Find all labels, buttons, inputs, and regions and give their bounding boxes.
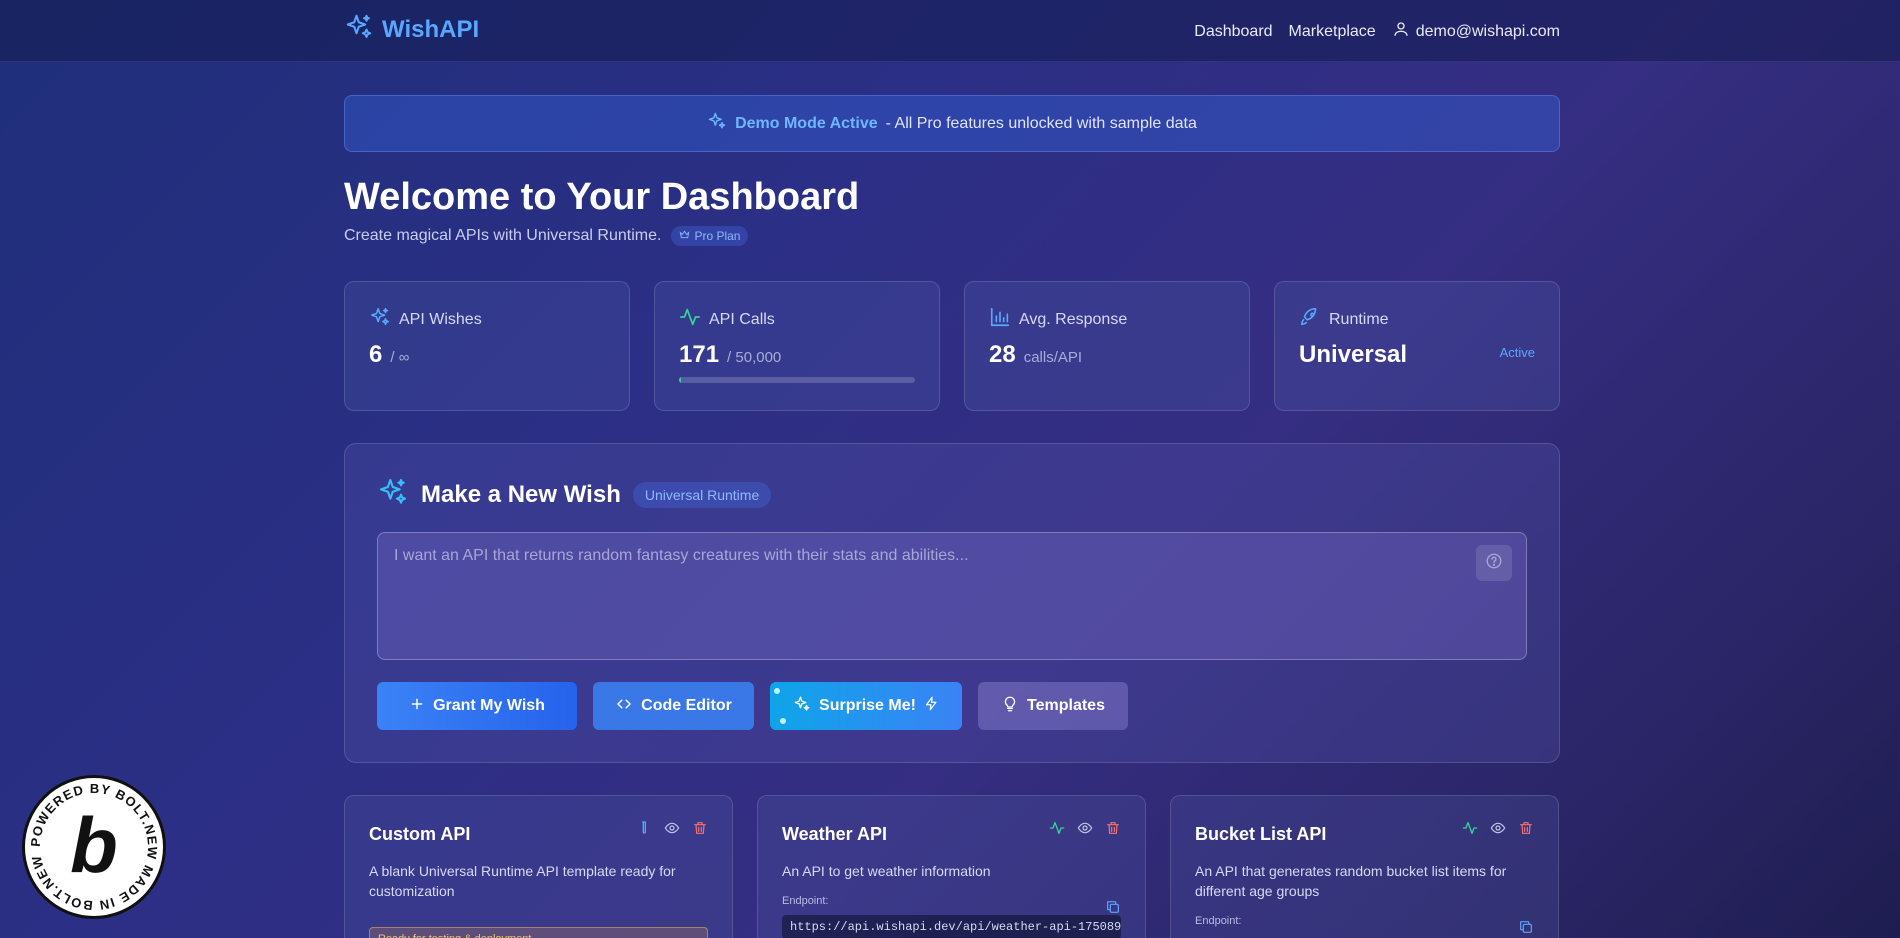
api-cards: Custom API A blank Universal Runtime API…: [344, 795, 1560, 938]
user-icon: [1392, 20, 1410, 43]
stat-avg-response: Avg. Response 28 calls/API: [964, 281, 1250, 411]
endpoint-url[interactable]: https://api.wishapi.dev/api/weather-api-…: [782, 915, 1121, 938]
grant-wish-label: Grant My Wish: [433, 697, 545, 714]
help-button[interactable]: [1476, 545, 1512, 581]
wish-input-wrapper: [377, 532, 1527, 660]
lightning-icon: [924, 696, 939, 716]
grant-wish-button[interactable]: Grant My Wish: [377, 682, 577, 730]
brand-name: WishAPI: [382, 15, 480, 43]
stat-api-wishes: API Wishes 6 / ∞: [344, 281, 630, 411]
sparkles-logo-icon: [344, 12, 374, 47]
activity-icon: [679, 306, 701, 333]
activity-icon[interactable]: [1049, 820, 1065, 841]
stat-api-calls: API Calls 171 / 50,000: [654, 281, 940, 411]
stat-suffix: / 50,000: [727, 349, 782, 366]
api-card-description: An API to get weather information: [782, 863, 991, 879]
code-editor-label: Code Editor: [641, 697, 732, 714]
wish-panel-title: Make a New Wish: [421, 480, 621, 508]
api-card-weather[interactable]: Weather API An API to get weather inform…: [757, 795, 1146, 938]
eye-icon[interactable]: [1490, 820, 1506, 841]
api-card-status: Ready for testing & deployment: [369, 927, 708, 938]
sparkles-icon: [707, 111, 727, 136]
pro-plan-label: Pro Plan: [694, 229, 741, 243]
stat-value: 28: [989, 341, 1016, 368]
sparkle-dot: [780, 718, 786, 724]
svg-text:b: b: [70, 801, 118, 889]
question-circle-icon: [1485, 552, 1503, 575]
card-actions: [636, 820, 708, 841]
card-actions: [1049, 820, 1121, 841]
subtitle-text: Create magical APIs with Universal Runti…: [344, 227, 662, 244]
sparkles-icon: [793, 695, 811, 718]
test-tube-icon[interactable]: [636, 820, 652, 841]
api-calls-progress-bar: [679, 377, 915, 383]
page-subtitle: Create magical APIs with Universal Runti…: [344, 226, 749, 246]
bolt-badge[interactable]: POWERED BY BOLT.NEW MADE IN BOLT.NEW b: [22, 775, 166, 919]
page-title: Welcome to Your Dashboard: [344, 176, 860, 218]
code-editor-button[interactable]: Code Editor: [593, 682, 754, 730]
demo-mode-title: Demo Mode Active: [735, 114, 878, 132]
crown-icon: [679, 229, 690, 243]
api-card-description: A blank Universal Runtime API template r…: [369, 863, 676, 899]
new-wish-panel: Make a New Wish Universal Runtime Grant …: [344, 443, 1560, 763]
api-card-description: An API that generates random bucket list…: [1195, 863, 1507, 899]
progress-fill: [679, 377, 681, 383]
top-navbar: WishAPI Dashboard Marketplace demo@wisha…: [0, 0, 1900, 62]
rocket-icon: [1299, 306, 1321, 333]
card-actions: [1462, 820, 1534, 841]
nav-dashboard-link[interactable]: Dashboard: [1194, 23, 1272, 41]
nav-marketplace-link[interactable]: Marketplace: [1289, 23, 1376, 41]
eye-icon[interactable]: [664, 820, 680, 841]
trash-icon[interactable]: [1518, 820, 1534, 841]
sparkles-icon: [377, 476, 409, 513]
universal-runtime-badge: Universal Runtime: [632, 481, 772, 508]
stat-label: Avg. Response: [1019, 310, 1128, 328]
api-card-custom[interactable]: Custom API A blank Universal Runtime API…: [344, 795, 733, 938]
surprise-me-label: Surprise Me!: [819, 697, 916, 714]
endpoint-label: Endpoint:: [782, 895, 829, 907]
runtime-status: Active: [1499, 345, 1535, 360]
copy-icon[interactable]: [1518, 919, 1534, 938]
lightbulb-icon: [1001, 695, 1019, 718]
wish-input[interactable]: [378, 533, 1526, 659]
stat-value: Universal: [1299, 341, 1408, 368]
stat-value: 171: [679, 341, 720, 368]
eye-icon[interactable]: [1077, 820, 1093, 841]
stat-suffix: calls/API: [1023, 349, 1083, 366]
templates-label: Templates: [1027, 697, 1105, 714]
sparkles-icon: [369, 306, 391, 333]
wish-actions: Grant My Wish Code Editor Surprise Me! T…: [377, 682, 1128, 730]
templates-button[interactable]: Templates: [978, 682, 1128, 730]
user-menu[interactable]: demo@wishapi.com: [1392, 20, 1560, 43]
stat-suffix: / ∞: [390, 349, 410, 366]
code-icon: [615, 695, 633, 718]
stat-runtime: Runtime Universal Active: [1274, 281, 1560, 411]
demo-mode-banner: Demo Mode Active - All Pro features unlo…: [344, 95, 1560, 152]
main-nav: Dashboard Marketplace demo@wishapi.com: [1194, 20, 1560, 43]
trash-icon[interactable]: [692, 820, 708, 841]
stat-label: API Wishes: [399, 310, 482, 328]
surprise-me-button[interactable]: Surprise Me!: [770, 682, 962, 730]
stat-label: Runtime: [1329, 310, 1389, 328]
api-card-bucket-list[interactable]: Bucket List API An API that generates ra…: [1170, 795, 1559, 938]
trash-icon[interactable]: [1105, 820, 1121, 841]
pro-plan-badge: Pro Plan: [671, 226, 749, 246]
activity-icon[interactable]: [1462, 820, 1478, 841]
sparkle-dot: [774, 688, 780, 694]
user-email: demo@wishapi.com: [1415, 22, 1560, 40]
demo-mode-text: - All Pro features unlocked with sample …: [885, 114, 1197, 132]
stat-label: API Calls: [709, 310, 775, 328]
copy-icon[interactable]: [1105, 899, 1121, 920]
bolt-logo-icon: POWERED BY BOLT.NEW MADE IN BOLT.NEW b: [28, 781, 159, 913]
endpoint-label: Endpoint:: [1195, 915, 1242, 927]
stats-row: API Wishes 6 / ∞ API Calls 171 / 50,000: [344, 281, 1560, 411]
plus-icon: [409, 696, 425, 717]
bar-chart-icon: [989, 306, 1011, 333]
brand[interactable]: WishAPI: [344, 12, 479, 47]
stat-value: 6: [369, 341, 383, 368]
